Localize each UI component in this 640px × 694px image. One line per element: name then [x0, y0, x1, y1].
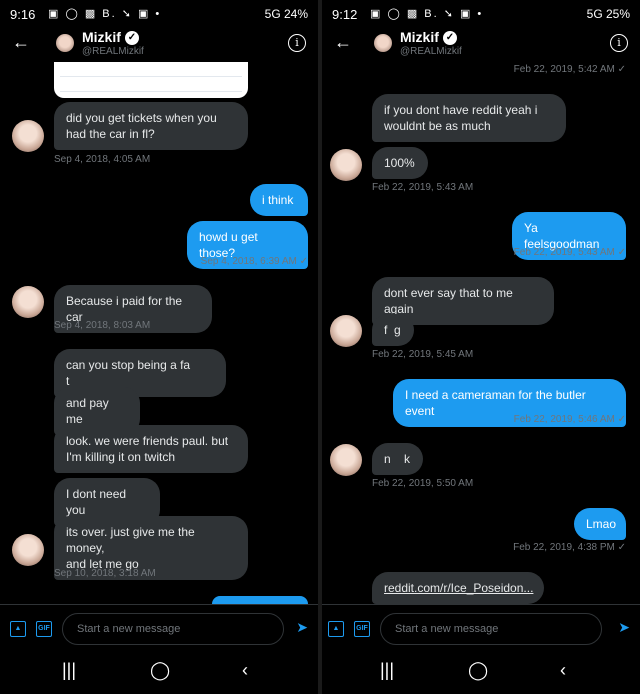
send-icon[interactable]: ➤	[296, 619, 308, 636]
message-input[interactable]: Start a new message	[380, 613, 602, 645]
message-timestamp: Feb 22, 2019, 5:46 AM ✓	[513, 414, 626, 425]
message-timestamp: Feb 22, 2019, 5:50 AM	[372, 478, 474, 489]
image-icon[interactable]: ▲	[10, 621, 26, 637]
send-icon[interactable]: ➤	[618, 619, 630, 636]
left-dm-screen: 9:16 ▣ ◯ ▩ B. ➘ ▣ • 5G 24% ← Mizkif ✓ @RE…	[0, 0, 318, 694]
gif-icon[interactable]: GIF	[354, 621, 370, 637]
back-icon[interactable]: ‹	[560, 660, 566, 681]
message-bubble: did you get tickets when you had the car…	[54, 102, 248, 150]
home-icon[interactable]: ◯	[150, 660, 170, 681]
notification-icons: ▣ ◯ ▩ B. ➘ ▣ •	[370, 8, 484, 20]
display-name: Mizkif ✓	[82, 29, 139, 46]
verified-badge-icon: ✓	[442, 31, 457, 46]
avatar[interactable]	[12, 120, 44, 152]
message-timestamp: Sep 4, 2018, 8:03 AM	[54, 320, 151, 331]
message-timestamp: Feb 22, 2019, 5:43 AM ✓	[513, 247, 626, 258]
message-bubble: n k	[372, 443, 423, 475]
status-time: 9:16	[10, 7, 36, 22]
avatar[interactable]	[330, 444, 362, 476]
avatar[interactable]	[374, 34, 392, 52]
avatar[interactable]	[12, 286, 44, 318]
message-bubble: if you dont have reddit yeah i wouldnt b…	[372, 94, 566, 142]
gif-icon[interactable]: GIF	[36, 621, 52, 637]
message-bubble: i think	[250, 184, 308, 216]
message-composer: ▲ GIF Start a new message ➤	[322, 604, 640, 653]
message-bubble: f g	[372, 314, 414, 346]
avatar[interactable]	[12, 534, 44, 566]
message-timestamp: Feb 22, 2019, 5:43 AM	[372, 182, 474, 193]
right-dm-screen: 9:12 ▣ ◯ ▩ B. ➘ ▣ • 5G 25% ← Mizkif ✓ @RE…	[322, 0, 640, 694]
info-icon[interactable]: i	[610, 34, 628, 52]
notification-icons: ▣ ◯ ▩ B. ➘ ▣ •	[48, 8, 162, 20]
system-nav-bar: ||| ◯ ‹	[322, 652, 640, 694]
message-timestamp: Sep 10, 2018, 3:18 AM	[54, 568, 156, 579]
display-name: Mizkif ✓	[400, 29, 457, 46]
message-bubble: 100%	[372, 147, 428, 179]
message-timestamp: Sep 4, 2018, 4:05 AM	[54, 154, 151, 165]
message-composer: ▲ GIF Start a new message ➤	[0, 604, 318, 653]
verified-badge-icon: ✓	[124, 31, 139, 46]
message-input[interactable]: Start a new message	[62, 613, 284, 645]
user-handle: @REALMizkif	[400, 46, 462, 57]
conversation-header: ← Mizkif ✓ @REALMizkif i	[322, 28, 640, 62]
message-timestamp: Feb 22, 2019, 4:38 PM ✓	[513, 542, 626, 553]
back-arrow-icon[interactable]: ←	[12, 32, 30, 53]
system-nav-bar: ||| ◯ ‹	[0, 652, 318, 694]
avatar[interactable]	[56, 34, 74, 52]
info-icon[interactable]: i	[288, 34, 306, 52]
status-bar: 9:16 ▣ ◯ ▩ B. ➘ ▣ • 5G 24%	[0, 0, 318, 28]
back-arrow-icon[interactable]: ←	[334, 32, 352, 53]
back-icon[interactable]: ‹	[242, 660, 248, 681]
shared-screenshot-image[interactable]	[54, 62, 248, 98]
status-battery: 5G 24%	[264, 7, 308, 21]
recent-apps-icon[interactable]: |||	[380, 660, 394, 681]
avatar[interactable]	[330, 149, 362, 181]
user-handle: @REALMizkif	[82, 46, 144, 57]
image-icon[interactable]: ▲	[328, 621, 344, 637]
message-bubble: Lmao	[574, 508, 626, 540]
message-timestamp: Feb 22, 2019, 5:45 AM	[372, 349, 474, 360]
message-timestamp: Sep 4, 2018, 6:39 AM ✓	[200, 256, 308, 267]
avatar[interactable]	[330, 315, 362, 347]
message-timestamp: Feb 22, 2019, 5:42 AM ✓	[513, 64, 626, 75]
status-time: 9:12	[332, 7, 358, 22]
status-bar: 9:12 ▣ ◯ ▩ B. ➘ ▣ • 5G 25%	[322, 0, 640, 28]
home-icon[interactable]: ◯	[468, 660, 488, 681]
conversation-header: ← Mizkif ✓ @REALMizkif i	[0, 28, 318, 62]
link-preview[interactable]: reddit.com/r/Ice_Poseidon...	[372, 572, 544, 604]
recent-apps-icon[interactable]: |||	[62, 660, 76, 681]
message-bubble: look. we were friends paul. but I'm kill…	[54, 425, 248, 473]
status-battery: 5G 25%	[586, 7, 630, 21]
message-bubble-partial	[212, 596, 308, 604]
